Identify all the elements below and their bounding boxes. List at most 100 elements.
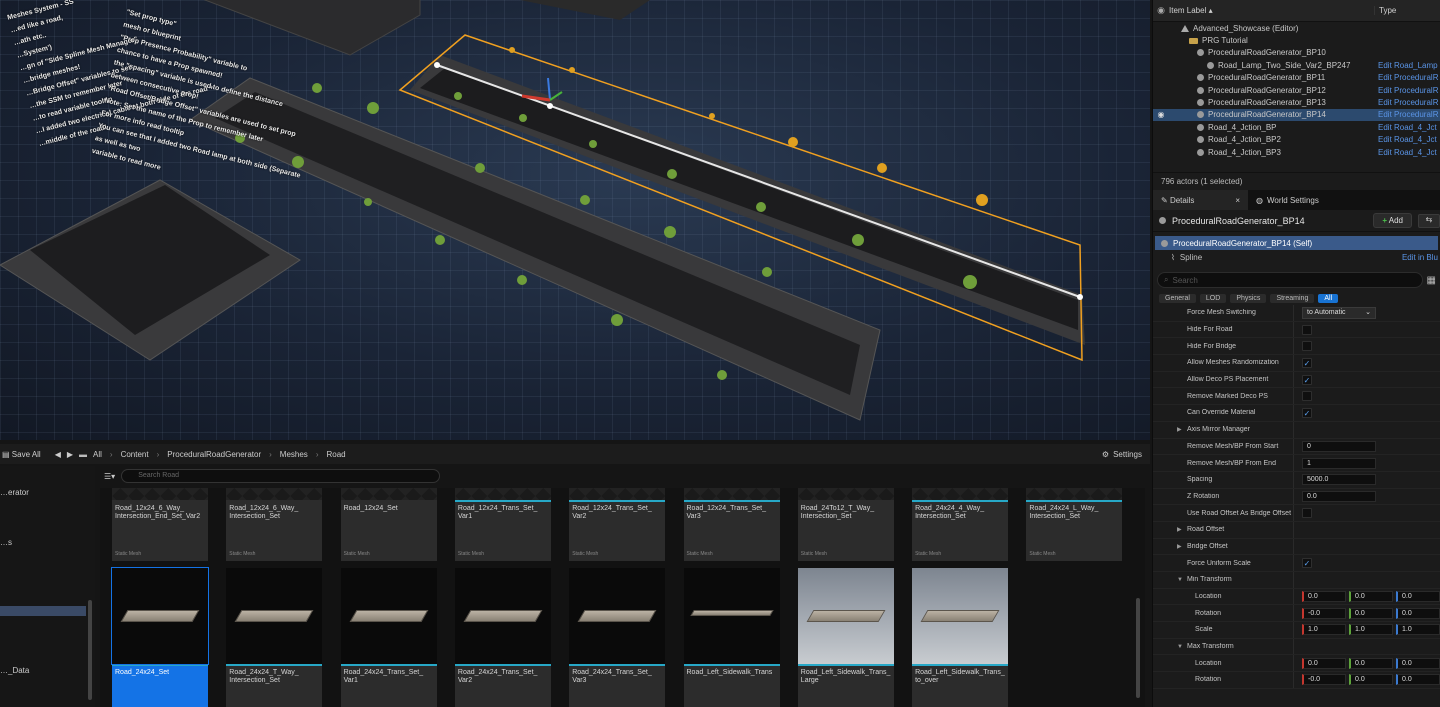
- vector-z-input[interactable]: 0.0: [1396, 674, 1440, 686]
- outliner-item[interactable]: ProceduralRoadGenerator_BP14: [1169, 110, 1378, 119]
- asset-tile[interactable]: Road_Left_Sidewalk_Trans_ to_over: [912, 568, 1009, 707]
- collapse-arrow-icon[interactable]: ▼: [1177, 577, 1187, 583]
- outliner-item[interactable]: ProceduralRoadGenerator_BP12: [1169, 86, 1378, 95]
- outliner-item[interactable]: ProceduralRoadGenerator_BP10: [1169, 48, 1378, 57]
- vector-z-input[interactable]: 0.0: [1396, 657, 1440, 669]
- vector-x-input[interactable]: -0.0: [1302, 607, 1346, 619]
- edit-blueprint-link[interactable]: Edit ProceduralR: [1378, 110, 1440, 119]
- level-viewport[interactable]: Meshes System - SS …ed like a road, …ath e…: [0, 0, 1150, 440]
- vector-x-input[interactable]: 0.0: [1302, 657, 1346, 669]
- breadcrumb-item[interactable]: Meshes: [280, 450, 308, 459]
- property-checkbox[interactable]: [1302, 508, 1312, 519]
- asset-tile[interactable]: Road_Left_Sidewalk_Trans: [683, 568, 780, 707]
- component-spline-row[interactable]: ⌇ Spline Edit in Blu: [1153, 250, 1440, 264]
- blueprint-options-button[interactable]: ⇆: [1418, 213, 1440, 228]
- outliner-item[interactable]: PRG Tutorial: [1169, 36, 1378, 45]
- asset-tile[interactable]: Road_24To12_T_Way_ Intersection_Set Stati…: [797, 488, 894, 561]
- asset-tile[interactable]: Road_12x24_6_Way_ Intersection_End_Set_V…: [112, 488, 208, 561]
- edit-blueprint-link[interactable]: Edit Road_Lamp: [1378, 61, 1440, 70]
- expand-arrow-icon[interactable]: ▶: [1177, 526, 1187, 533]
- asset-tile[interactable]: Road_12x24_Trans_Set_ Var1 Static Mesh: [454, 488, 551, 561]
- vector-y-input[interactable]: 0.0: [1349, 607, 1393, 619]
- visibility-eye-icon[interactable]: ◉: [1153, 110, 1169, 119]
- asset-tile[interactable]: Road_24x24_Trans_Set_ Var3: [569, 568, 666, 707]
- outliner-item[interactable]: ProceduralRoadGenerator_BP13: [1169, 98, 1378, 107]
- vector-y-input[interactable]: 0.0: [1349, 591, 1393, 603]
- asset-tile[interactable]: Road_12x24_Set Static Mesh: [340, 488, 437, 561]
- breadcrumb-item[interactable]: All: [93, 450, 102, 459]
- asset-tile[interactable]: Road_12x24_Trans_Set_ Var3 Static Mesh: [683, 488, 780, 561]
- component-self-row[interactable]: ProceduralRoadGenerator_BP14 (Self): [1155, 236, 1438, 250]
- property-checkbox[interactable]: ✓: [1302, 374, 1312, 385]
- breadcrumb-item[interactable]: Content: [121, 450, 149, 459]
- vector-x-input[interactable]: 1.0: [1302, 624, 1346, 636]
- asset-tile[interactable]: Road_24x24_L_Way_ Intersection_Set Static…: [1026, 488, 1123, 561]
- asset-tile[interactable]: Road_24x24_4_Way_ Intersection_Set Static…: [912, 488, 1009, 561]
- filter-streaming[interactable]: Streaming: [1270, 294, 1315, 303]
- property-checkbox[interactable]: ✓: [1302, 558, 1312, 569]
- edit-blueprint-link[interactable]: Edit Road_4_Jct: [1378, 135, 1440, 144]
- filter-physics[interactable]: Physics: [1230, 294, 1267, 303]
- breadcrumb-item[interactable]: ProceduralRoadGenerator: [167, 450, 261, 459]
- folder-tree-item[interactable]: …erator: [0, 488, 29, 498]
- asset-grid-scrollbar[interactable]: [1136, 598, 1140, 698]
- outliner-item[interactable]: Road_4_Jction_BP: [1169, 123, 1378, 132]
- selected-actor-name[interactable]: ProceduralRoadGenerator_BP14: [1172, 216, 1367, 226]
- vector-y-input[interactable]: 0.0: [1349, 674, 1393, 686]
- edit-blueprint-link[interactable]: Edit Road_4_Jct: [1378, 148, 1440, 157]
- vector-z-input[interactable]: 1.0: [1396, 624, 1440, 636]
- filter-lod[interactable]: LOD: [1199, 294, 1227, 303]
- outliner-row[interactable]: ProceduralRoadGenerator_BP13 Edit Procedu…: [1153, 96, 1440, 108]
- expand-arrow-icon[interactable]: ▶: [1177, 543, 1187, 550]
- asset-tile[interactable]: Road_12x24_6_Way_ Intersection_Set Static…: [226, 488, 323, 561]
- vector-z-input[interactable]: 0.0: [1396, 591, 1440, 603]
- asset-tile[interactable]: Road_24x24_Set: [111, 567, 209, 707]
- property-number-input[interactable]: 1: [1302, 457, 1376, 469]
- edit-blueprint-link[interactable]: Edit ProceduralR: [1378, 73, 1440, 82]
- item-label-column[interactable]: Item Label ▴: [1169, 6, 1374, 15]
- property-name[interactable]: ▶ Axis Mirror Manager: [1153, 426, 1293, 433]
- property-checkbox[interactable]: [1302, 324, 1312, 335]
- folder-tree-item[interactable]: …s: [0, 538, 12, 548]
- tab-world-settings[interactable]: ◍ World Settings: [1248, 190, 1327, 210]
- type-column[interactable]: Type: [1374, 6, 1440, 15]
- vector-z-input[interactable]: 0.0: [1396, 607, 1440, 619]
- property-checkbox[interactable]: ✓: [1302, 357, 1312, 368]
- visibility-column-icon[interactable]: ◉: [1153, 5, 1169, 16]
- save-all-button[interactable]: ▤ Save All: [2, 450, 41, 459]
- outliner-item[interactable]: Road_4_Jction_BP2: [1169, 135, 1378, 144]
- outliner-item[interactable]: Road_4_Jction_BP3: [1169, 148, 1378, 157]
- property-checkbox[interactable]: [1302, 391, 1312, 402]
- breadcrumb-item[interactable]: Road: [326, 450, 345, 459]
- outliner-row[interactable]: Road_4_Jction_BP Edit Road_4_Jct: [1153, 121, 1440, 133]
- asset-tile[interactable]: Road_12x24_Trans_Set_ Var2 Static Mesh: [569, 488, 666, 561]
- asset-tile[interactable]: Road_Left_Sidewalk_Trans_ Large: [797, 568, 894, 707]
- property-dropdown[interactable]: to Automatic ⌄: [1302, 306, 1376, 319]
- asset-tile[interactable]: Road_24x24_Trans_Set_ Var2: [454, 568, 551, 707]
- expand-arrow-icon[interactable]: ▶: [1177, 426, 1187, 433]
- add-component-button[interactable]: + Add: [1373, 213, 1412, 228]
- property-number-input[interactable]: 0.0: [1302, 490, 1376, 502]
- vector-y-input[interactable]: 0.0: [1349, 657, 1393, 669]
- edit-blueprint-link[interactable]: Edit ProceduralR: [1378, 98, 1440, 107]
- grid-view-icon[interactable]: ▦: [1427, 275, 1436, 286]
- details-search-input[interactable]: ⌕ Search: [1157, 272, 1423, 288]
- vector-x-input[interactable]: 0.0: [1302, 591, 1346, 603]
- outliner-row[interactable]: ProceduralRoadGenerator_BP12 Edit Procedu…: [1153, 84, 1440, 96]
- property-name[interactable]: ▼ Max Transform: [1153, 643, 1293, 650]
- outliner-row[interactable]: PRG Tutorial: [1153, 34, 1440, 46]
- outliner-item[interactable]: Road_Lamp_Two_Side_Var2_BP247: [1169, 61, 1378, 70]
- filter-all[interactable]: All: [1318, 294, 1339, 303]
- vector-y-input[interactable]: 1.0: [1349, 624, 1393, 636]
- outliner-row[interactable]: Road_Lamp_Two_Side_Var2_BP247 Edit Road_L…: [1153, 59, 1440, 71]
- property-name[interactable]: ▼ Min Transform: [1153, 576, 1293, 583]
- outliner-row[interactable]: ProceduralRoadGenerator_BP11 Edit Procedu…: [1153, 72, 1440, 84]
- edit-blueprint-link[interactable]: Edit ProceduralR: [1378, 86, 1440, 95]
- property-name[interactable]: ▶ Road Offset: [1153, 526, 1293, 533]
- settings-button[interactable]: ⚙ Settings: [1102, 450, 1142, 459]
- property-checkbox[interactable]: ✓: [1302, 407, 1312, 418]
- folder-tree-item[interactable]: …_Data: [0, 666, 29, 676]
- collapse-arrow-icon[interactable]: ▼: [1177, 644, 1187, 650]
- outliner-item[interactable]: ProceduralRoadGenerator_BP11: [1169, 73, 1378, 82]
- outliner-row[interactable]: ◉ ProceduralRoadGenerator_BP14 Edit Proced…: [1153, 108, 1440, 122]
